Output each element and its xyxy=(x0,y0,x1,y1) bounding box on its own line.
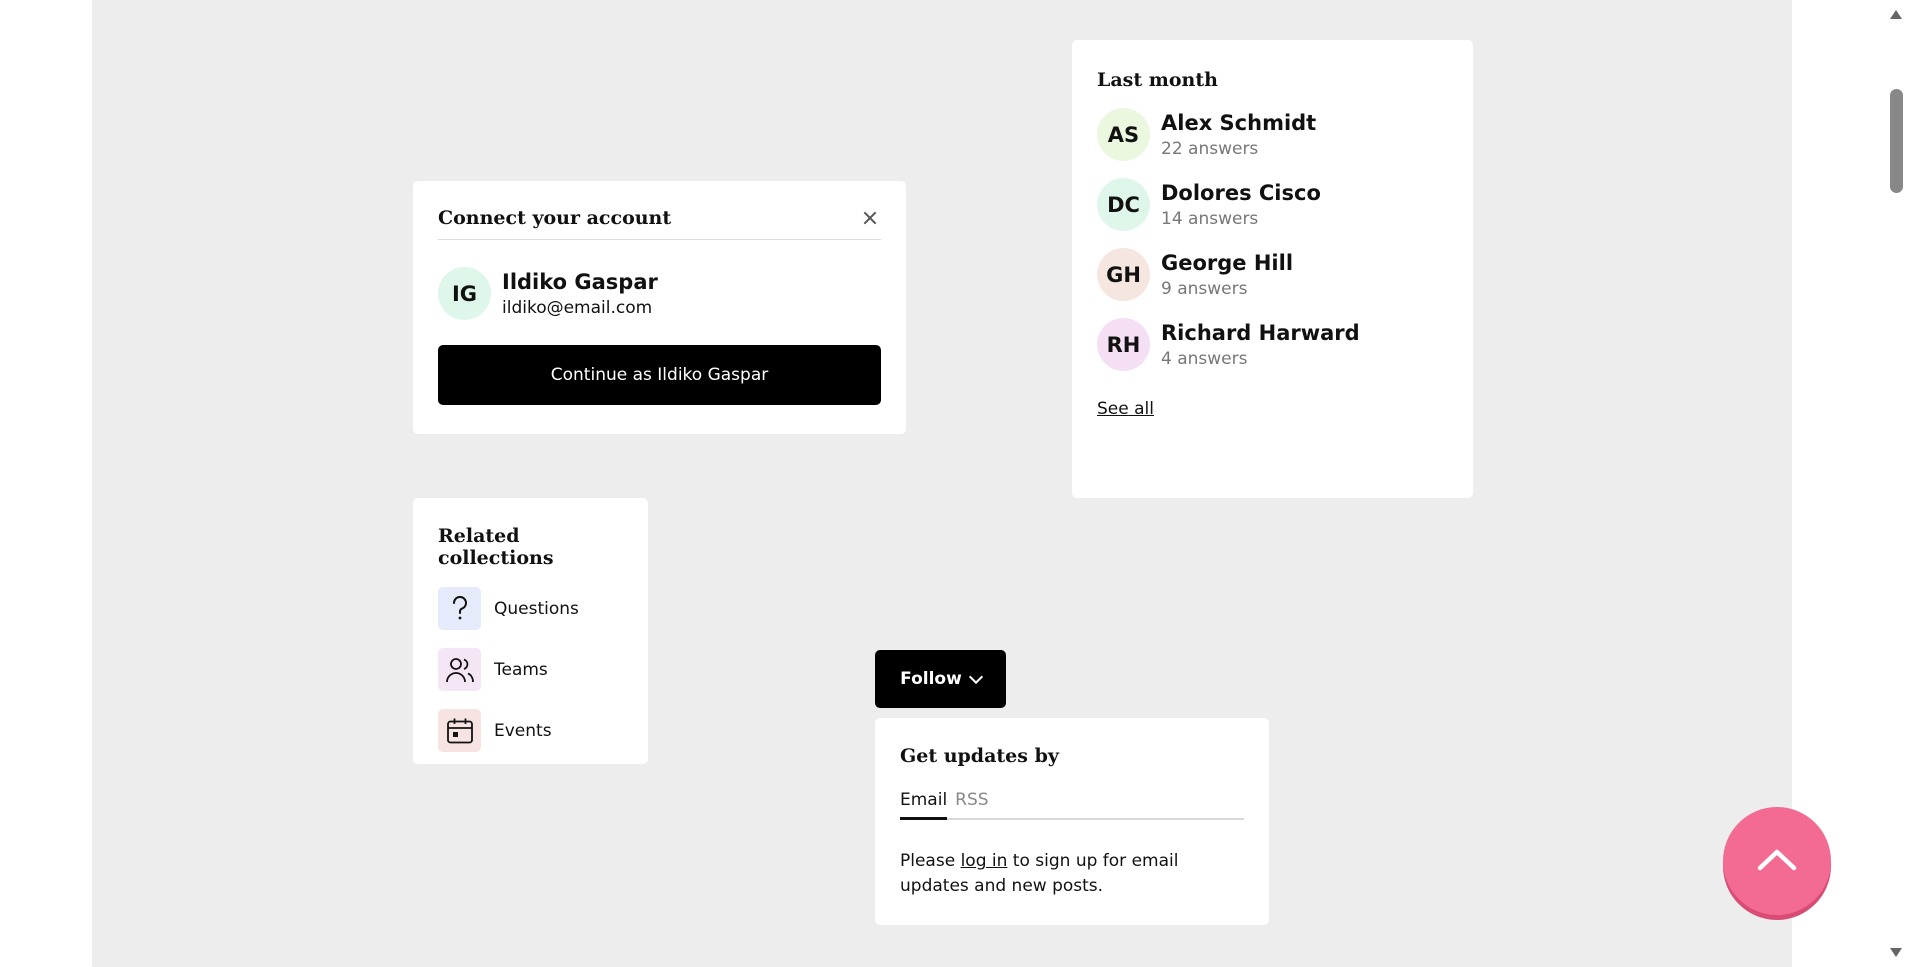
follow-button[interactable]: Follow xyxy=(875,650,1006,708)
avatar: AS xyxy=(1097,108,1150,161)
users-icon xyxy=(438,648,481,691)
collection-item-events[interactable]: Events xyxy=(438,709,623,752)
collection-item-questions[interactable]: Questions xyxy=(438,587,623,630)
leader-answer-count: 9 answers xyxy=(1161,278,1248,299)
updates-tabs: Email RSS xyxy=(900,787,1244,820)
account-user: IG Ildiko Gaspar ildiko@email.com xyxy=(438,267,881,320)
collection-label: Events xyxy=(494,720,552,741)
account-email: ildiko@email.com xyxy=(502,297,653,318)
connect-account-header: Connect your account xyxy=(438,181,881,240)
avatar: RH xyxy=(1097,318,1150,371)
leader-name: George Hill xyxy=(1161,250,1294,275)
account-name: Ildiko Gaspar xyxy=(502,269,658,294)
leader-answer-count: 14 answers xyxy=(1161,208,1259,229)
last-month-title: Last month xyxy=(1097,69,1218,91)
close-icon[interactable] xyxy=(862,210,878,226)
continue-button[interactable]: Continue as Ildiko Gaspar xyxy=(438,345,881,405)
updates-message: Please log in to sign up for email updat… xyxy=(900,849,1244,899)
leader-row[interactable]: DC Dolores Cisco 14 answers xyxy=(1097,178,1448,231)
leader-name: Dolores Cisco xyxy=(1161,180,1321,205)
collection-label: Teams xyxy=(494,659,548,680)
last-month-card: Last month AS Alex Schmidt 22 answers DC… xyxy=(1072,40,1473,498)
leader-name: Richard Harward xyxy=(1161,320,1360,345)
collection-item-teams[interactable]: Teams xyxy=(438,648,623,691)
connect-account-title: Connect your account xyxy=(438,207,672,229)
avatar: IG xyxy=(438,267,491,320)
tab-rss[interactable]: RSS xyxy=(955,787,988,818)
see-all-link[interactable]: See all xyxy=(1097,399,1154,419)
chevron-down-icon xyxy=(968,669,983,684)
connect-account-card: Connect your account IG Ildiko Gaspar il… xyxy=(413,181,906,434)
calendar-icon xyxy=(438,709,481,752)
leader-name: Alex Schmidt xyxy=(1161,110,1317,135)
scroll-up-arrow-icon[interactable] xyxy=(1890,10,1902,19)
get-updates-title: Get updates by xyxy=(900,745,1059,767)
log-in-link[interactable]: log in xyxy=(961,851,1008,871)
leader-row[interactable]: AS Alex Schmidt 22 answers xyxy=(1097,108,1448,161)
avatar: GH xyxy=(1097,248,1150,301)
related-collections-card: Related collections Questions Teams Even… xyxy=(413,498,648,764)
vertical-scrollbar[interactable] xyxy=(1883,0,1908,967)
scrollbar-thumb[interactable] xyxy=(1890,89,1903,193)
question-icon xyxy=(438,587,481,630)
collection-label: Questions xyxy=(494,598,579,619)
message-prefix: Please xyxy=(900,851,961,871)
leader-answer-count: 22 answers xyxy=(1161,138,1259,159)
get-updates-card: Get updates by Email RSS Please log in t… xyxy=(875,718,1269,925)
leader-answer-count: 4 answers xyxy=(1161,348,1248,369)
leader-row[interactable]: RH Richard Harward 4 answers xyxy=(1097,318,1448,371)
scroll-to-top-button[interactable] xyxy=(1723,807,1831,915)
follow-label: Follow xyxy=(900,669,962,689)
tab-email[interactable]: Email xyxy=(900,787,948,820)
related-collections-title: Related collections xyxy=(438,525,554,569)
leader-row[interactable]: GH George Hill 9 answers xyxy=(1097,248,1448,301)
scroll-down-arrow-icon[interactable] xyxy=(1890,948,1902,957)
avatar: DC xyxy=(1097,178,1150,231)
chevron-up-icon xyxy=(1755,846,1799,876)
